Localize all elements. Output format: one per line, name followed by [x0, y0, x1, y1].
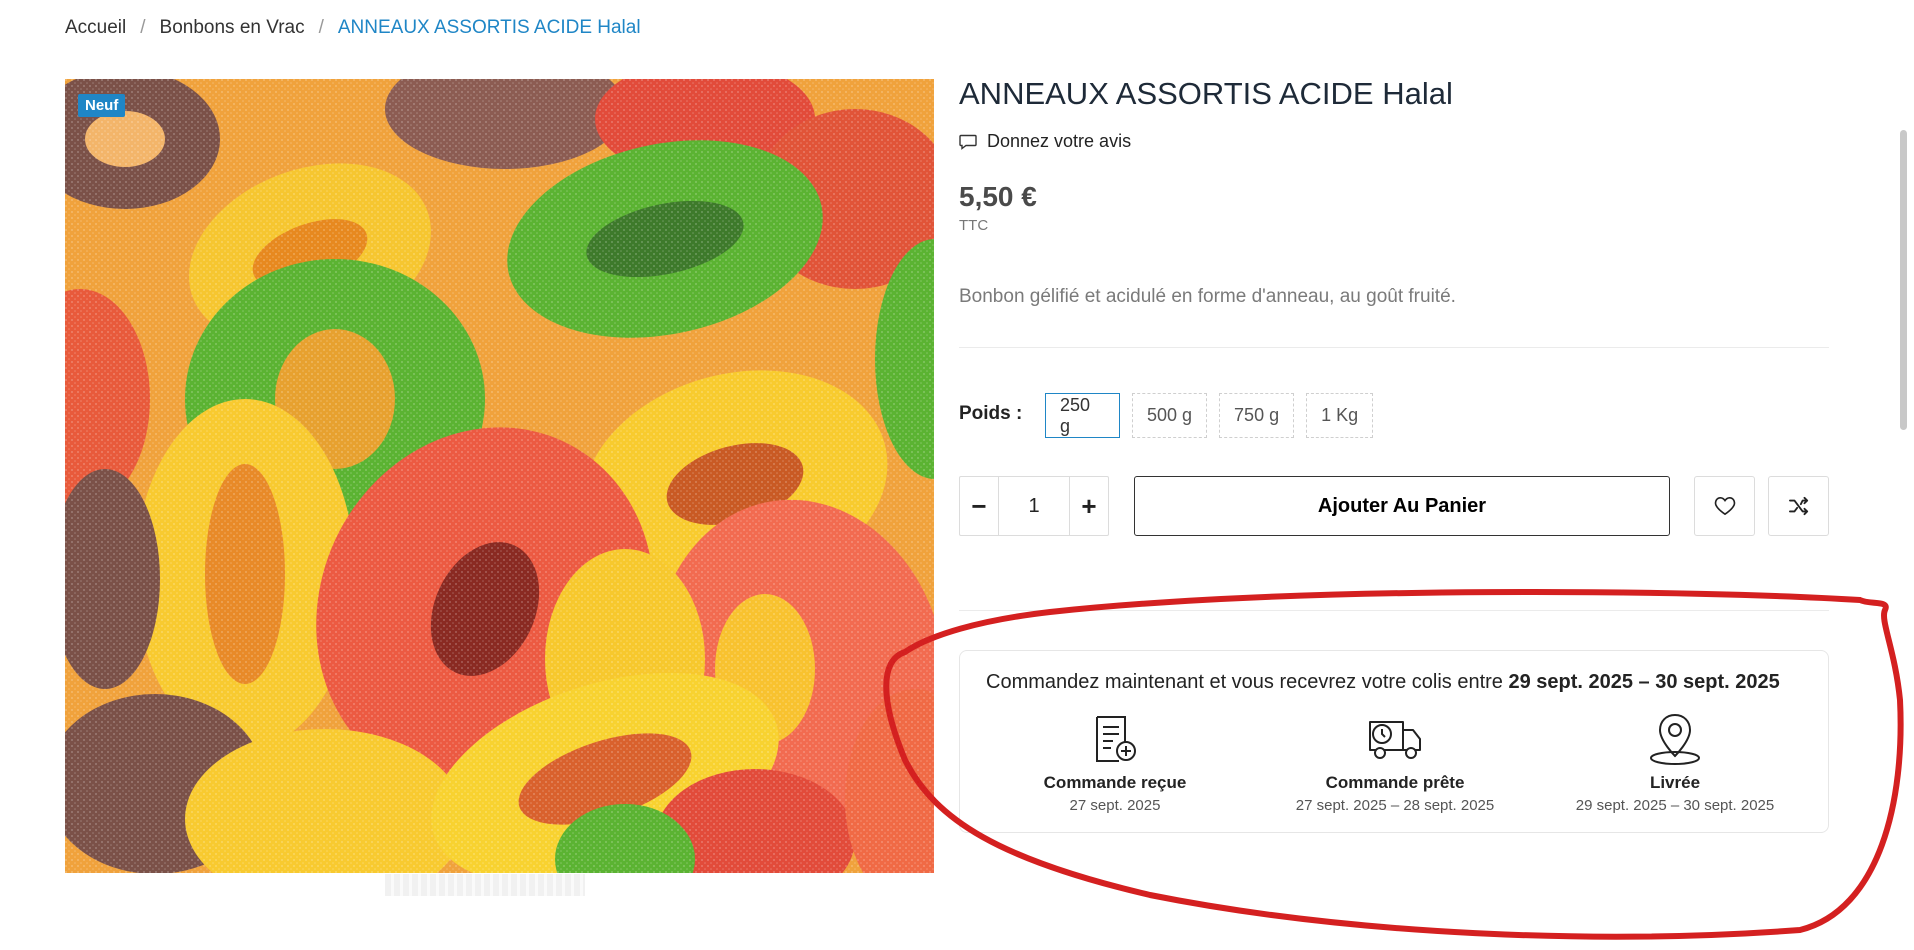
compare-button[interactable] [1768, 476, 1829, 536]
page-scrollbar[interactable] [1900, 130, 1907, 430]
step-label: Livrée [1649, 773, 1701, 792]
heart-icon [1714, 496, 1735, 516]
weight-option-250g[interactable]: 250 g [1045, 393, 1120, 438]
weight-label: Poids : [959, 403, 1023, 424]
add-to-cart-button[interactable]: Ajouter Au Panier [1134, 476, 1670, 536]
weight-option-500g[interactable]: 500 g [1132, 393, 1208, 438]
wishlist-button[interactable] [1694, 476, 1755, 536]
quantity-decrease-button[interactable]: − [960, 477, 998, 535]
comment-icon [959, 134, 977, 150]
delivery-estimate-text: Commandez maintenant et vous recevrez vo… [986, 671, 1780, 694]
product-description: Bonbon gélifié et acidulé en forme d'ann… [959, 286, 1456, 307]
quantity-stepper: − 1 + [959, 476, 1109, 536]
product-title: ANNEAUX ASSORTIS ACIDE Halal [959, 76, 1453, 111]
divider [959, 610, 1829, 611]
quantity-input[interactable]: 1 [998, 477, 1070, 535]
product-image[interactable] [65, 79, 934, 873]
location-pin-icon [1650, 713, 1700, 765]
divider [959, 347, 1829, 348]
step-label: Commande prête [1325, 773, 1465, 792]
breadcrumb-separator: / [318, 17, 324, 38]
image-thumbnail-strip [385, 874, 585, 896]
new-badge: Neuf [78, 94, 126, 117]
step-label: Commande reçue [1043, 773, 1187, 792]
delivery-estimate-box: Commandez maintenant et vous recevrez vo… [959, 650, 1829, 833]
breadcrumb: Accueil / Bonbons en Vrac / ANNEAUX ASSO… [65, 17, 641, 39]
weight-option-750g[interactable]: 750 g [1219, 393, 1295, 438]
delivery-step-order-received: Commande reçue 27 sept. 2025 [985, 711, 1245, 814]
delivery-step-order-ready: Commande prête 27 sept. 2025 – 28 sept. … [1265, 711, 1525, 814]
breadcrumb-home[interactable]: Accueil [65, 17, 126, 39]
breadcrumb-category[interactable]: Bonbons en Vrac [160, 17, 305, 39]
step-date: 27 sept. 2025 – 28 sept. 2025 [1295, 797, 1495, 814]
delivery-range: 29 sept. 2025 – 30 sept. 2025 [1508, 671, 1780, 693]
delivery-intro: Commandez maintenant et vous recevrez vo… [986, 671, 1509, 693]
review-link[interactable]: Donnez votre avis [959, 131, 1131, 152]
tax-label: TTC [959, 217, 989, 234]
quantity-increase-button[interactable]: + [1070, 477, 1108, 535]
review-label: Donnez votre avis [987, 131, 1132, 151]
step-date: 27 sept. 2025 [1069, 797, 1161, 814]
candy-rings-photo [65, 79, 934, 873]
weight-option-1kg[interactable]: 1 Kg [1306, 393, 1374, 438]
breadcrumb-current: ANNEAUX ASSORTIS ACIDE Halal [337, 17, 641, 38]
product-price: 5,50 € [959, 181, 1037, 212]
breadcrumb-separator: / [140, 17, 146, 38]
delivery-step-delivered: Livrée 29 sept. 2025 – 30 sept. 2025 [1545, 711, 1805, 814]
delivery-truck-icon [1369, 721, 1421, 759]
shuffle-icon [1788, 496, 1808, 516]
weight-options: 250 g 500 g 750 g 1 Kg [1045, 393, 1374, 438]
order-received-icon [1096, 716, 1136, 762]
step-date: 29 sept. 2025 – 30 sept. 2025 [1575, 797, 1775, 814]
